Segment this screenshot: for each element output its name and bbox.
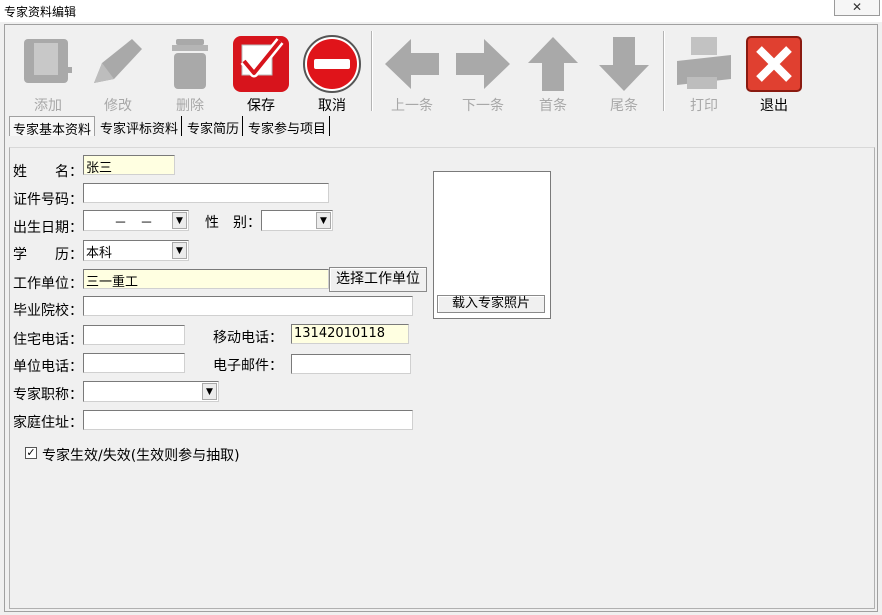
delete-label: 删除 — [176, 98, 204, 114]
name-label: 姓 名： — [13, 164, 83, 180]
dropdown-arrow-icon[interactable]: ▼ — [172, 212, 187, 229]
mobile-input[interactable]: 13142010118 — [291, 324, 409, 344]
workplace-input[interactable]: 三一重工 — [83, 269, 329, 289]
edit-button[interactable]: 修改 — [85, 29, 151, 114]
main-window: 添加 修改 删除 保存 取消 上一条 下一条 首条 尾条 打印 退出 专家基本资… — [4, 24, 878, 612]
education-select[interactable]: 本科 ▼ — [83, 240, 189, 261]
birth-date-label: 出生日期： — [13, 220, 83, 236]
last-label: 尾条 — [610, 98, 638, 114]
prev-button[interactable]: 上一条 — [379, 29, 445, 114]
work-phone-label: 单位电话： — [13, 359, 83, 375]
save-label: 保存 — [247, 98, 275, 114]
select-workplace-button[interactable]: 选择工作单位 — [329, 267, 427, 292]
print-label: 打印 — [690, 98, 718, 114]
dropdown-arrow-icon[interactable]: ▼ — [172, 242, 187, 259]
title-bar: 专家资料编辑 ✕ — [0, 0, 882, 22]
close-button[interactable]: ✕ — [834, 0, 880, 16]
first-button[interactable]: 首条 — [520, 29, 586, 114]
next-button[interactable]: 下一条 — [450, 29, 516, 114]
exit-button[interactable]: 退出 — [741, 29, 807, 114]
last-button[interactable]: 尾条 — [591, 29, 657, 114]
active-checkbox-label: 专家生效/失效(生效则参与抽取) — [42, 448, 240, 464]
add-button[interactable]: 添加 — [15, 29, 81, 114]
dropdown-arrow-icon[interactable]: ▼ — [316, 212, 331, 229]
school-input[interactable] — [83, 296, 413, 316]
gender-label: 性 别： — [205, 215, 261, 231]
printer-icon — [677, 37, 731, 89]
id-number-input[interactable] — [83, 183, 329, 203]
cancel-label: 取消 — [318, 98, 346, 114]
name-input[interactable]: 张三 — [83, 155, 175, 175]
close-x-icon — [746, 36, 802, 92]
home-phone-input[interactable] — [83, 325, 185, 345]
tab-evaluation-info[interactable]: 专家评标资料 — [97, 116, 183, 137]
email-input[interactable] — [291, 354, 411, 374]
toolbar-separator — [371, 31, 373, 111]
work-phone-input[interactable] — [83, 353, 185, 373]
email-label: 电子邮件： — [213, 358, 283, 374]
mobile-label: 移动电话： — [213, 330, 283, 346]
education-value: 本科 — [86, 246, 113, 261]
title-label: 专家职称： — [13, 387, 83, 403]
title-select[interactable]: ▼ — [83, 381, 219, 402]
window-title: 专家资料编辑 — [4, 5, 77, 19]
close-icon[interactable]: ✕ — [852, 0, 862, 14]
address-input[interactable] — [83, 410, 413, 430]
tab-basic-info[interactable]: 专家基本资料 — [9, 116, 96, 138]
arrow-up-icon — [528, 37, 578, 91]
address-label: 家庭住址： — [13, 415, 83, 431]
exit-label: 退出 — [760, 98, 788, 114]
active-checkbox[interactable]: ✓ — [25, 447, 37, 459]
tab-resume[interactable]: 专家简历 — [184, 116, 244, 137]
edit-icon — [94, 39, 142, 83]
save-button[interactable]: 保存 — [228, 29, 294, 114]
no-entry-icon — [303, 35, 361, 93]
tab-bar: 专家基本资料 专家评标资料 专家简历 专家参与项目 — [9, 116, 332, 138]
delete-button[interactable]: 删除 — [157, 29, 223, 114]
education-label: 学 历： — [13, 247, 83, 263]
first-label: 首条 — [539, 98, 567, 114]
next-label: 下一条 — [462, 98, 504, 114]
gender-select[interactable]: ▼ — [261, 210, 333, 231]
prev-label: 上一条 — [391, 98, 433, 114]
print-button[interactable]: 打印 — [671, 29, 737, 114]
arrow-right-icon — [456, 39, 510, 89]
arrow-down-icon — [599, 37, 649, 91]
birth-date-value: － － — [114, 216, 154, 231]
add-label: 添加 — [34, 98, 62, 114]
dropdown-arrow-icon[interactable]: ▼ — [202, 383, 217, 400]
checkmark-icon — [233, 36, 289, 92]
tab-projects[interactable]: 专家参与项目 — [245, 116, 331, 137]
load-photo-button[interactable]: 载入专家照片 — [437, 295, 545, 313]
edit-label: 修改 — [104, 98, 132, 114]
home-phone-label: 住宅电话： — [13, 332, 83, 348]
add-icon — [24, 39, 72, 83]
arrow-left-icon — [385, 39, 439, 89]
trash-icon — [172, 39, 208, 89]
school-label: 毕业院校： — [13, 303, 83, 319]
birth-date-picker[interactable]: － － ▼ — [83, 210, 189, 231]
id-number-label: 证件号码： — [13, 192, 83, 208]
toolbar-separator — [663, 31, 665, 111]
workplace-label: 工作单位： — [13, 276, 83, 292]
cancel-button[interactable]: 取消 — [299, 29, 365, 114]
